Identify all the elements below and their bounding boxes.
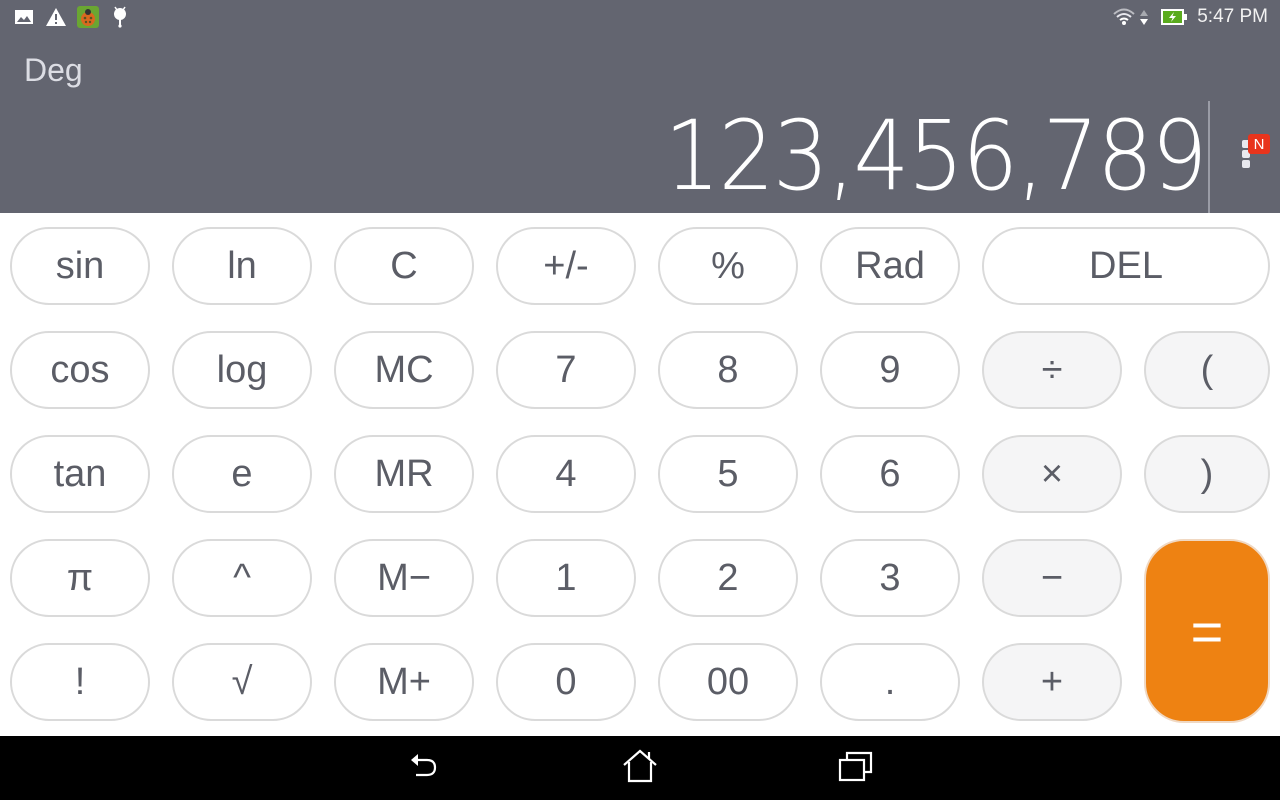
result-value[interactable]: 123,456,789 bbox=[664, 106, 1207, 206]
delete-key[interactable]: DEL bbox=[982, 227, 1270, 305]
recents-icon bbox=[838, 750, 874, 787]
android-debug-icon bbox=[110, 6, 130, 28]
digit-2-key[interactable]: 2 bbox=[658, 539, 798, 617]
decimal-key[interactable]: . bbox=[820, 643, 960, 721]
warning-icon bbox=[45, 6, 67, 28]
sin-key[interactable]: sin bbox=[10, 227, 150, 305]
text-cursor bbox=[1208, 101, 1210, 213]
tan-key[interactable]: tan bbox=[10, 435, 150, 513]
digit-7-key[interactable]: 7 bbox=[496, 331, 636, 409]
digit-8-key[interactable]: 8 bbox=[658, 331, 798, 409]
digit-3-key[interactable]: 3 bbox=[820, 539, 960, 617]
equals-key[interactable]: = bbox=[1144, 539, 1270, 723]
status-bar: 5:47 PM bbox=[0, 0, 1280, 34]
negate-key[interactable]: +/- bbox=[496, 227, 636, 305]
digit-6-key[interactable]: 6 bbox=[820, 435, 960, 513]
multiply-key[interactable]: × bbox=[982, 435, 1122, 513]
memory-plus-key[interactable]: M+ bbox=[334, 643, 474, 721]
power-key[interactable]: ^ bbox=[172, 539, 312, 617]
divide-key[interactable]: ÷ bbox=[982, 331, 1122, 409]
recents-button[interactable] bbox=[836, 748, 876, 788]
double-zero-key[interactable]: 00 bbox=[658, 643, 798, 721]
battery-charging-icon bbox=[1160, 6, 1188, 28]
angle-mode-indicator: Deg bbox=[24, 52, 83, 88]
factorial-key[interactable]: ! bbox=[10, 643, 150, 721]
clock: 5:47 PM bbox=[1197, 6, 1268, 27]
ln-key[interactable]: ln bbox=[172, 227, 312, 305]
calculator-display: Deg 123,456,789 N bbox=[0, 34, 1280, 213]
overflow-menu-button[interactable]: N bbox=[1236, 132, 1276, 176]
back-button[interactable] bbox=[404, 748, 444, 788]
memory-minus-key[interactable]: M− bbox=[334, 539, 474, 617]
pi-key[interactable]: π bbox=[10, 539, 150, 617]
cos-key[interactable]: cos bbox=[10, 331, 150, 409]
data-activity-icon bbox=[1139, 6, 1149, 28]
back-icon bbox=[407, 751, 441, 786]
digit-1-key[interactable]: 1 bbox=[496, 539, 636, 617]
new-badge: N bbox=[1248, 134, 1270, 154]
subtract-key[interactable]: − bbox=[982, 539, 1122, 617]
memory-clear-key[interactable]: MC bbox=[334, 331, 474, 409]
open-paren-key[interactable]: ( bbox=[1144, 331, 1270, 409]
rad-key[interactable]: Rad bbox=[820, 227, 960, 305]
log-key[interactable]: log bbox=[172, 331, 312, 409]
navigation-bar bbox=[0, 736, 1280, 800]
wifi-icon bbox=[1112, 6, 1136, 28]
add-key[interactable]: + bbox=[982, 643, 1122, 721]
home-button[interactable] bbox=[620, 748, 660, 788]
e-key[interactable]: e bbox=[172, 435, 312, 513]
close-paren-key[interactable]: ) bbox=[1144, 435, 1270, 513]
gallery-notification-icon bbox=[14, 6, 34, 28]
keypad: sin ln C +/-% Rad DEL cos log MC 7 8 9 ÷ ( tan e MR 4 5 6 ×)… bbox=[0, 213, 1280, 736]
home-icon bbox=[622, 749, 658, 788]
sqrt-key[interactable]: √ bbox=[172, 643, 312, 721]
digit-0-key[interactable]: 0 bbox=[496, 643, 636, 721]
digit-9-key[interactable]: 9 bbox=[820, 331, 960, 409]
digit-4-key[interactable]: 4 bbox=[496, 435, 636, 513]
percent-key[interactable]: % bbox=[658, 227, 798, 305]
ladybug-app-icon bbox=[77, 6, 99, 28]
digit-5-key[interactable]: 5 bbox=[658, 435, 798, 513]
memory-recall-key[interactable]: MR bbox=[334, 435, 474, 513]
clear-key[interactable]: C bbox=[334, 227, 474, 305]
